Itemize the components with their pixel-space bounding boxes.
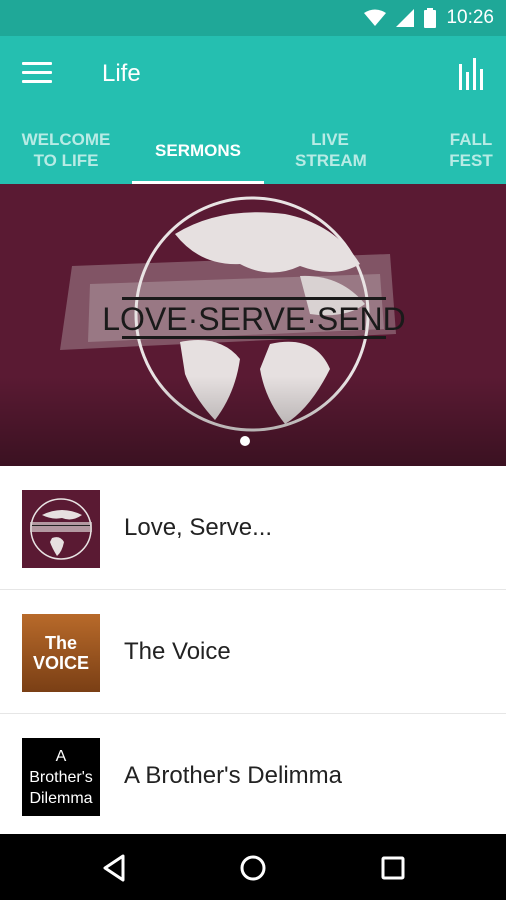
status-bar: 10:26 xyxy=(0,0,506,36)
sermon-title: Love, Serve... xyxy=(124,514,273,541)
tab-fall-fest[interactable]: FALL FEST xyxy=(396,116,506,184)
list-item-brothers-delimma[interactable]: A Brother's Dilemma A Brother's Delimma xyxy=(0,714,506,838)
tab-sermons[interactable]: SERMONS xyxy=(132,116,264,184)
carousel-dot[interactable] xyxy=(240,436,250,446)
cell-signal-icon xyxy=(396,9,415,27)
app-bar: Life xyxy=(0,36,506,116)
svg-text:LOVE·SERVE·SEND: LOVE·SERVE·SEND xyxy=(102,301,406,337)
hero-banner[interactable]: LOVE·SERVE·SEND xyxy=(0,184,506,466)
sermon-thumbnail: A Brother's Dilemma xyxy=(22,738,100,816)
tab-welcome-to-life[interactable]: WELCOME TO LIFE xyxy=(0,116,132,184)
sermon-title: The Voice xyxy=(124,638,231,665)
tab-live-stream[interactable]: LIVE STREAM xyxy=(264,116,396,184)
sermon-list: Love, Serve... The VOICE The Voice A Bro… xyxy=(0,466,506,834)
home-icon[interactable] xyxy=(237,852,269,884)
sermon-title: A Brother's Delimma xyxy=(124,762,342,789)
list-item-the-voice[interactable]: The VOICE The Voice xyxy=(0,590,506,714)
wifi-icon xyxy=(364,9,387,26)
app-title: Life xyxy=(102,60,141,87)
bar-chart-icon[interactable] xyxy=(458,58,486,90)
battery-icon xyxy=(424,8,437,28)
list-item-love-serve[interactable]: Love, Serve... xyxy=(0,466,506,590)
status-time: 10:26 xyxy=(446,7,494,28)
sermon-thumbnail: The VOICE xyxy=(22,614,100,692)
menu-icon[interactable] xyxy=(22,62,52,90)
sermon-thumbnail xyxy=(22,490,100,568)
globe-thumbnail-icon xyxy=(30,498,92,560)
back-icon[interactable] xyxy=(99,852,131,884)
navigation-bar xyxy=(0,834,506,900)
tab-bar: WELCOME TO LIFE SERMONS LIVE STREAM FALL… xyxy=(0,116,506,184)
recents-icon[interactable] xyxy=(377,852,409,884)
